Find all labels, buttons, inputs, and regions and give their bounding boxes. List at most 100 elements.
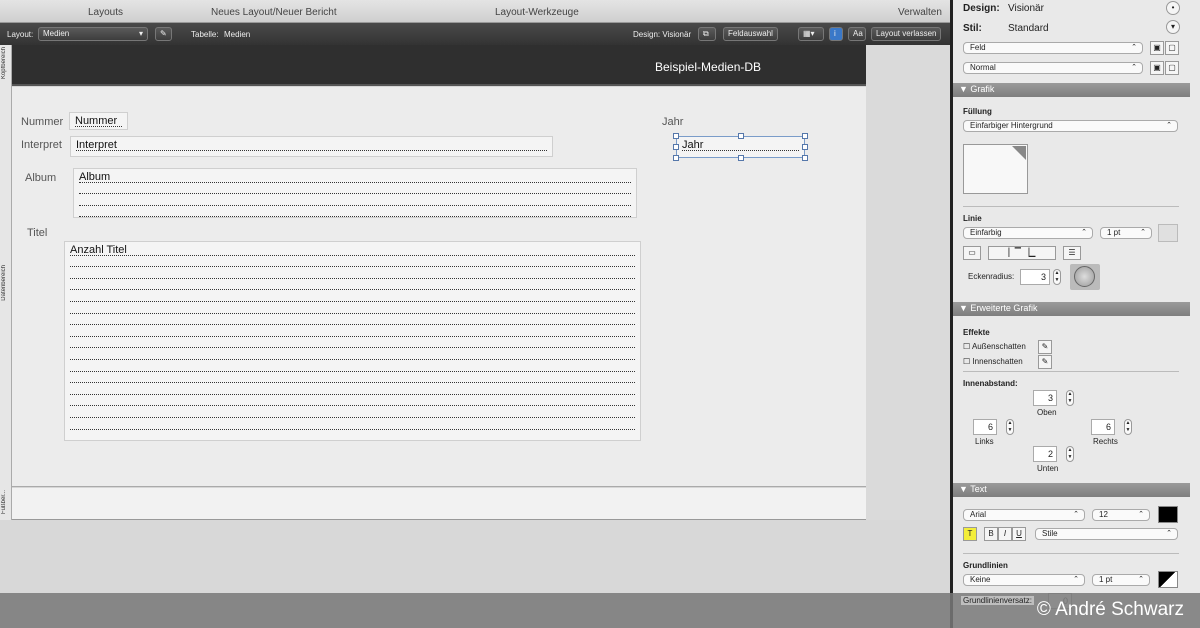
padding-left-label: Links bbox=[975, 437, 994, 446]
field-picker-button[interactable]: Feldauswahl bbox=[723, 27, 778, 41]
group-layouts[interactable]: Layouts bbox=[88, 7, 123, 18]
baseline-width-select[interactable]: 1 pt bbox=[1092, 574, 1150, 586]
grid-menu-icon[interactable]: ▦▾ bbox=[798, 27, 824, 41]
layout-value: Medien bbox=[43, 29, 70, 38]
resize-handle[interactable] bbox=[802, 133, 808, 139]
label-jahr[interactable]: Jahr bbox=[662, 116, 683, 128]
field-nummer[interactable]: Nummer bbox=[69, 112, 128, 130]
styles-select[interactable]: Stile bbox=[1035, 528, 1178, 540]
field-titel-text: Anzahl Titel bbox=[70, 244, 635, 256]
layout-title[interactable]: Beispiel-Medien-DB bbox=[655, 60, 761, 74]
padding-bottom-stepper[interactable]: ▲ ▼ bbox=[1066, 446, 1074, 462]
outer-shadow-checkbox[interactable]: ☐ Außenschatten bbox=[963, 342, 1026, 351]
label-titel[interactable]: Titel bbox=[27, 227, 47, 239]
layout-label: Layout: bbox=[7, 30, 34, 39]
padding-bottom-label: Unten bbox=[1037, 464, 1059, 473]
font-size-select[interactable]: 12 bbox=[1092, 509, 1150, 521]
group-new-layout[interactable]: Neues Layout/Neuer Bericht bbox=[211, 7, 337, 18]
save-style-icon[interactable]: ▣ bbox=[1150, 41, 1164, 55]
font-select[interactable]: Arial bbox=[963, 509, 1085, 521]
resize-handle[interactable] bbox=[673, 133, 679, 139]
resize-handle[interactable] bbox=[802, 155, 808, 161]
padding-left-stepper[interactable]: ▲ ▼ bbox=[1006, 419, 1014, 435]
section-text[interactable]: ▼ Text bbox=[953, 483, 1190, 497]
field-line bbox=[70, 279, 635, 291]
field-line bbox=[70, 302, 635, 314]
group-manage[interactable]: Verwalten bbox=[898, 7, 942, 18]
radius-input[interactable]: 3 bbox=[1020, 269, 1050, 285]
inspector-icon[interactable]: i bbox=[829, 27, 843, 41]
layout-select[interactable]: Medien ▾ bbox=[38, 27, 148, 41]
outer-shadow-label: Außenschatten bbox=[971, 342, 1026, 351]
part-footer-label[interactable]: Fußber... bbox=[1, 490, 7, 514]
fill-select[interactable]: Einfarbiger Hintergrund bbox=[963, 120, 1178, 132]
layout-header: Beispiel-Medien-DB bbox=[12, 45, 866, 86]
edit-pencil-icon[interactable]: ✎ bbox=[155, 27, 172, 41]
field-interpret[interactable]: Interpret bbox=[70, 136, 553, 157]
resize-handle[interactable] bbox=[673, 144, 679, 150]
field-album[interactable]: Album bbox=[73, 168, 637, 218]
section-advanced[interactable]: ▼ Erweiterte Grafik bbox=[953, 302, 1190, 316]
resize-handle[interactable] bbox=[738, 133, 744, 139]
resize-handle[interactable] bbox=[802, 144, 808, 150]
inspector-panel: Design: Visionär • Stil: Standard ▾ Feld… bbox=[950, 0, 1200, 628]
format-painter-button[interactable]: Aa bbox=[848, 27, 866, 41]
object-select[interactable]: Feld bbox=[963, 42, 1143, 54]
style-menu-icon[interactable]: ▾ bbox=[1166, 20, 1180, 34]
line-width-select[interactable]: 1 pt bbox=[1100, 227, 1152, 239]
part-labels: Kopfbereich Datenbereich Fußber... bbox=[0, 45, 12, 520]
group-layout-tools[interactable]: Layout-Werkzeuge bbox=[495, 7, 579, 18]
border-all-icon[interactable]: ▭ bbox=[963, 246, 981, 260]
border-sides-icon[interactable]: ▏▔ ▕▁ bbox=[988, 246, 1056, 260]
revert-style-icon[interactable]: ▢ bbox=[1165, 41, 1179, 55]
outer-shadow-edit-icon[interactable]: ✎ bbox=[1038, 340, 1052, 354]
resize-handle[interactable] bbox=[738, 155, 744, 161]
label-nummer[interactable]: Nummer bbox=[21, 116, 63, 128]
save-state-icon[interactable]: ▣ bbox=[1150, 61, 1164, 75]
border-inner-icon[interactable]: ☰ bbox=[1063, 246, 1081, 260]
part-header-label[interactable]: Kopfbereich bbox=[1, 47, 7, 79]
field-titel[interactable]: Anzahl Titel bbox=[64, 241, 641, 441]
exit-layout-button[interactable]: Layout verlassen bbox=[871, 27, 942, 41]
field-line bbox=[70, 395, 635, 407]
layout-bar: Layout: Medien ▾ ✎ Tabelle: Medien Design… bbox=[0, 23, 950, 45]
table-label: Tabelle: bbox=[191, 30, 219, 39]
bold-button[interactable]: B bbox=[984, 527, 998, 541]
padding-right-stepper[interactable]: ▲ ▼ bbox=[1124, 419, 1132, 435]
field-line bbox=[70, 406, 635, 418]
field-line bbox=[70, 337, 635, 349]
highlight-button[interactable]: T bbox=[963, 527, 977, 541]
field-jahr-selected[interactable]: Jahr bbox=[673, 133, 808, 161]
fill-color-swatch[interactable] bbox=[963, 144, 1028, 194]
italic-button[interactable]: I bbox=[998, 527, 1012, 541]
padding-left-input[interactable]: 6 bbox=[973, 419, 997, 435]
text-color-swatch[interactable] bbox=[1158, 506, 1178, 523]
resize-handle[interactable] bbox=[673, 155, 679, 161]
label-album[interactable]: Album bbox=[25, 172, 56, 184]
section-grafik[interactable]: ▼ Grafik bbox=[953, 83, 1190, 97]
design-menu-icon[interactable]: • bbox=[1166, 1, 1180, 15]
inner-shadow-checkbox[interactable]: ☐ Innenschatten bbox=[963, 357, 1023, 366]
baseline-color-swatch[interactable] bbox=[1158, 571, 1178, 588]
design-label: Design: Visionär bbox=[633, 30, 692, 39]
revert-state-icon[interactable]: ▢ bbox=[1165, 61, 1179, 75]
design-value: Visionär bbox=[1008, 3, 1044, 14]
radius-dial-icon[interactable] bbox=[1070, 264, 1100, 290]
inner-shadow-edit-icon[interactable]: ✎ bbox=[1038, 355, 1052, 369]
line-style-select[interactable]: Einfarbig bbox=[963, 227, 1093, 239]
state-select[interactable]: Normal bbox=[963, 62, 1143, 74]
padding-right-label: Rechts bbox=[1093, 437, 1118, 446]
label-interpret[interactable]: Interpret bbox=[21, 139, 62, 151]
theme-icon[interactable]: ⧉ bbox=[698, 27, 716, 41]
underline-button[interactable]: U bbox=[1012, 527, 1026, 541]
layout-body: Nummer Nummer Interpret Interpret Album … bbox=[12, 87, 866, 487]
padding-bottom-input[interactable]: 2 bbox=[1033, 446, 1057, 462]
padding-top-input[interactable]: 3 bbox=[1033, 390, 1057, 406]
line-color-swatch[interactable] bbox=[1158, 224, 1178, 242]
part-body-label[interactable]: Datenbereich bbox=[1, 265, 7, 301]
baselines-select[interactable]: Keine bbox=[963, 574, 1085, 586]
field-jahr-text: Jahr bbox=[682, 139, 799, 151]
padding-right-input[interactable]: 6 bbox=[1091, 419, 1115, 435]
radius-stepper[interactable]: ▲ ▼ bbox=[1053, 269, 1061, 285]
padding-top-stepper[interactable]: ▲ ▼ bbox=[1066, 390, 1074, 406]
